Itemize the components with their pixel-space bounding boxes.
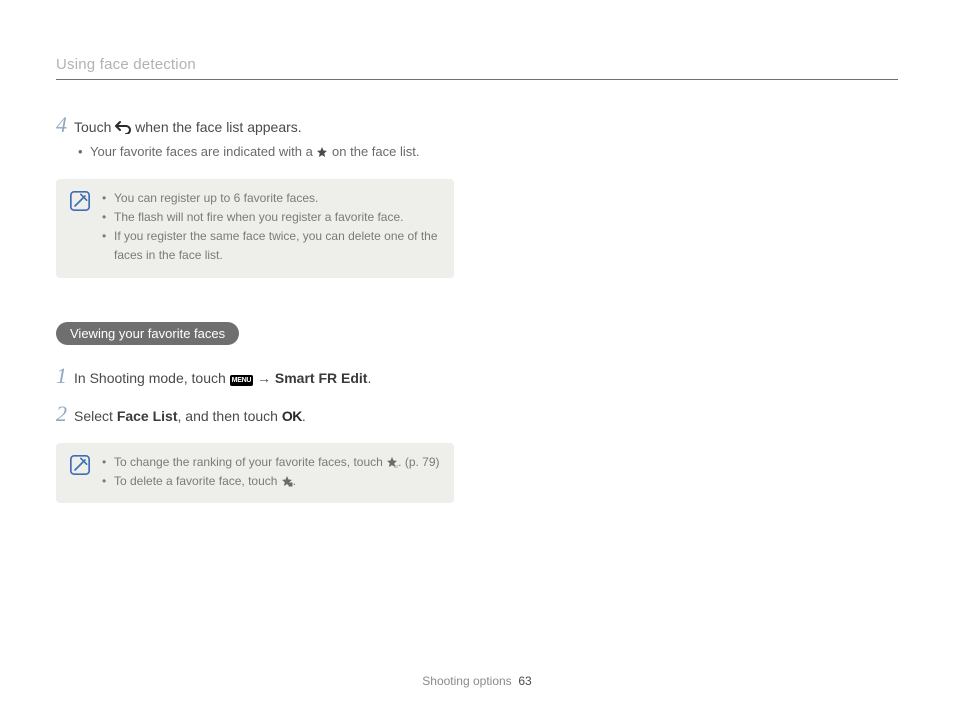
- note-2-item-2-before: To delete a favorite face, touch: [114, 474, 281, 488]
- step-2: 2 Select Face List, and then touch OK.: [56, 403, 454, 427]
- step-2-text-before: Select: [74, 408, 117, 424]
- star-icon: [316, 146, 328, 158]
- note-box-1: You can register up to 6 favorite faces.…: [56, 179, 454, 278]
- step-number-2: 2: [56, 403, 74, 425]
- step-4: 4 Touch when the face list appears. Your…: [56, 114, 454, 163]
- note-2-item-2: To delete a favorite face, touch .: [102, 472, 440, 491]
- step-1-period: .: [367, 370, 371, 386]
- step-2-text-mid: , and then touch: [178, 408, 282, 424]
- note-box-2: To change the ranking of your favorite f…: [56, 443, 454, 503]
- step-4-bullet: Your favorite faces are indicated with a…: [78, 142, 454, 163]
- star-rank-icon: 123: [386, 456, 398, 468]
- step-4-text: Touch when the face list appears.: [74, 117, 302, 138]
- step-2-period: .: [302, 408, 306, 424]
- step-number-1: 1: [56, 365, 74, 387]
- note-icon: [70, 191, 90, 211]
- step-2-bold: Face List: [117, 408, 178, 424]
- note-1-item-2: The flash will not fire when you registe…: [102, 208, 440, 227]
- step-4-text-before: Touch: [74, 119, 115, 135]
- note-2-item-1: To change the ranking of your favorite f…: [102, 453, 440, 472]
- step-1-bold: Smart FR Edit: [275, 370, 368, 386]
- note-2-list: To change the ranking of your favorite f…: [102, 453, 440, 491]
- section-pill: Viewing your favorite faces: [56, 322, 239, 345]
- step-number-4: 4: [56, 114, 74, 136]
- footer-page-number: 63: [518, 674, 531, 688]
- step-4-text-after: when the face list appears.: [131, 119, 301, 135]
- page-footer: Shooting options 63: [0, 674, 954, 688]
- star-delete-icon: [281, 475, 293, 487]
- step-1-arrow: →: [253, 370, 275, 386]
- back-icon: [115, 120, 131, 134]
- menu-icon: MENU: [230, 375, 253, 386]
- note-1-item-3: If you register the same face twice, you…: [102, 227, 440, 265]
- note-2-item-2-after: .: [293, 474, 296, 488]
- footer-section: Shooting options: [422, 674, 511, 688]
- note-2-item-1-after: . (p. 79): [398, 455, 439, 469]
- note-1-list: You can register up to 6 favorite faces.…: [102, 189, 440, 266]
- note-2-item-1-before: To change the ranking of your favorite f…: [114, 455, 386, 469]
- step-4-bullet-before: Your favorite faces are indicated with a: [90, 144, 316, 159]
- step-1-text: In Shooting mode, touch MENU → Smart FR …: [74, 368, 371, 389]
- ok-icon: OK: [282, 408, 302, 424]
- note-icon: [70, 455, 90, 475]
- step-1-text-before: In Shooting mode, touch: [74, 370, 230, 386]
- step-4-bullet-after: on the face list.: [328, 144, 419, 159]
- page-header: Using face detection: [56, 56, 898, 80]
- note-1-item-1: You can register up to 6 favorite faces.: [102, 189, 440, 208]
- step-2-text: Select Face List, and then touch OK.: [74, 406, 306, 427]
- step-1: 1 In Shooting mode, touch MENU → Smart F…: [56, 365, 454, 389]
